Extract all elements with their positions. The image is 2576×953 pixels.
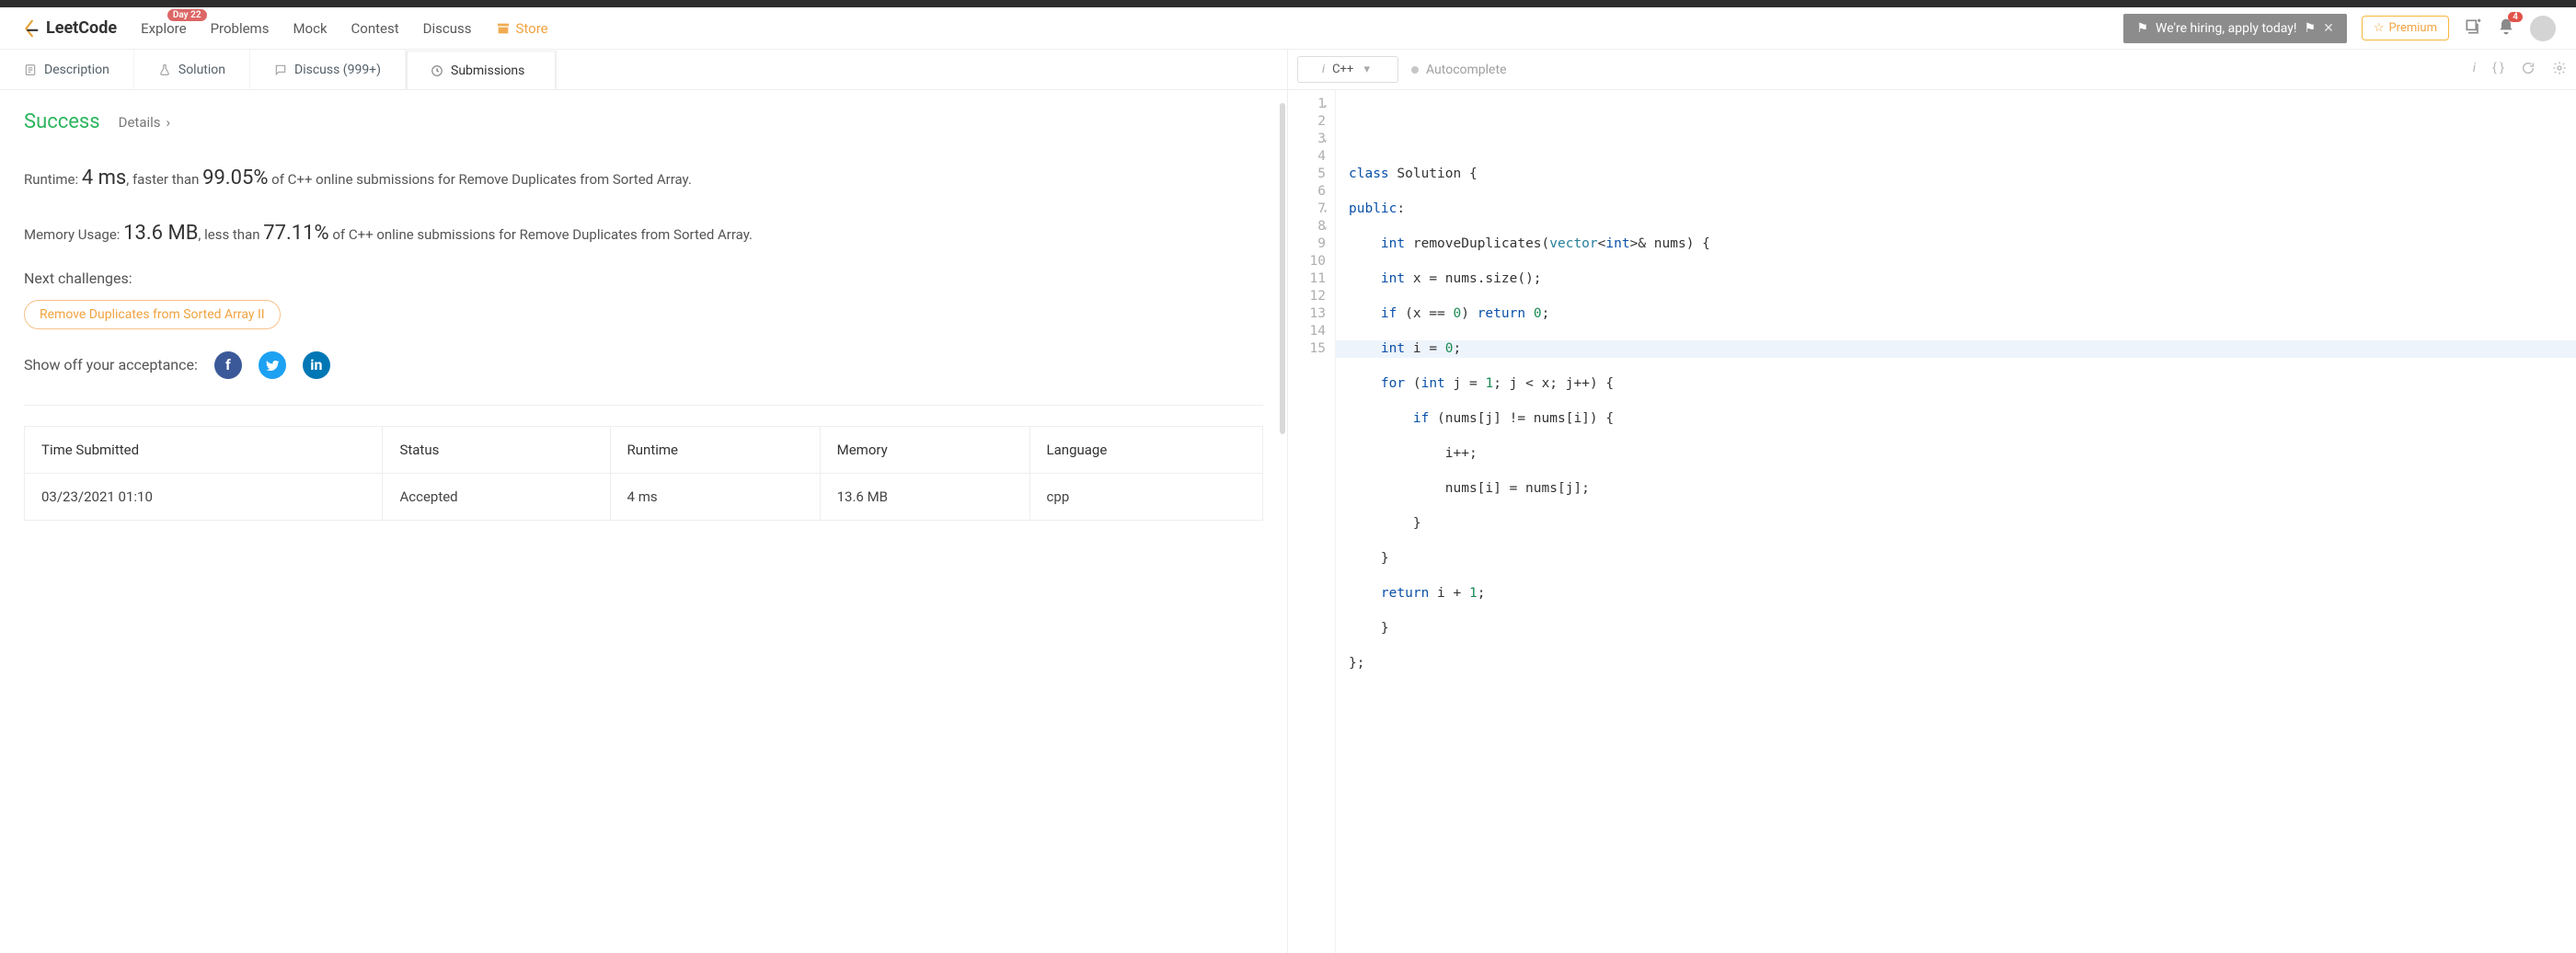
- browser-chrome-strip: [0, 0, 2576, 7]
- star-icon: ☆: [2374, 21, 2385, 35]
- braces-icon[interactable]: { }: [2492, 61, 2504, 79]
- logo-text: LeetCode: [46, 18, 117, 38]
- col-memory: Memory: [820, 426, 1029, 473]
- logo[interactable]: LeetCode: [20, 18, 117, 39]
- top-nav: LeetCode Explore Day 22 Problems Mock Co…: [0, 7, 2576, 50]
- share-label: Show off your acceptance:: [24, 356, 198, 373]
- nav-right: ⚑ We're hiring, apply today! ⚑ ✕ ☆ Premi…: [2123, 14, 2556, 43]
- editor-gutter: 1▾23▾4567▾8▾9101112131415: [1288, 90, 1336, 953]
- col-language: Language: [1029, 426, 1262, 473]
- problem-tabs: Description Solution Discuss (999+) Subm…: [0, 50, 1287, 90]
- clock-icon: [431, 64, 443, 77]
- cell-language: cpp: [1029, 473, 1262, 520]
- info-icon[interactable]: i: [2473, 61, 2476, 79]
- flag-icon: ⚑: [2305, 21, 2317, 36]
- code-editor[interactable]: ●●● 1▾23▾4567▾8▾9101112131415 class Solu…: [1288, 90, 2576, 953]
- nav-explore[interactable]: Explore Day 22: [141, 20, 187, 37]
- avatar[interactable]: [2530, 16, 2556, 41]
- bell-icon[interactable]: 4: [2497, 17, 2515, 40]
- col-runtime: Runtime: [610, 426, 820, 473]
- editor-panel: i C++ ▾ Autocomplete i { } ●●● 1▾23▾4567…: [1288, 50, 2576, 953]
- tab-solution[interactable]: Solution: [134, 50, 250, 89]
- chevron-down-icon: ▾: [1363, 63, 1370, 76]
- divider: [24, 405, 1263, 406]
- notification-badge: 4: [2508, 12, 2523, 22]
- reset-icon[interactable]: [2521, 61, 2536, 79]
- editor-actions: i { }: [2473, 61, 2567, 79]
- twitter-icon: [265, 358, 280, 373]
- editor-toolbar: i C++ ▾ Autocomplete i { }: [1288, 50, 2576, 90]
- memory-summary: Memory Usage: 13.6 MB, less than 77.11% …: [24, 214, 1263, 253]
- table-row[interactable]: 03/23/2021 01:10 Accepted 4 ms 13.6 MB c…: [25, 473, 1263, 520]
- discuss-icon: [274, 63, 287, 76]
- editor-code[interactable]: class Solution { public: int removeDupli…: [1336, 90, 2576, 953]
- close-icon[interactable]: ✕: [2323, 21, 2334, 36]
- scrollbar[interactable]: [1280, 103, 1285, 434]
- chevron-right-icon: ›: [167, 114, 171, 131]
- tab-description[interactable]: Description: [0, 50, 134, 89]
- nav-problems[interactable]: Problems: [211, 20, 270, 37]
- tab-submissions[interactable]: Submissions: [406, 51, 557, 90]
- day-badge: Day 22: [167, 9, 207, 21]
- nav-discuss[interactable]: Discuss: [423, 20, 472, 37]
- cell-status[interactable]: Accepted: [383, 473, 610, 520]
- linkedin-share-button[interactable]: in: [303, 351, 330, 379]
- facebook-share-button[interactable]: f: [214, 351, 242, 379]
- settings-icon[interactable]: [2552, 61, 2567, 79]
- leetcode-logo-icon: [20, 18, 40, 39]
- details-link[interactable]: Details ›: [119, 114, 170, 131]
- twitter-share-button[interactable]: [259, 351, 286, 379]
- nav-contest[interactable]: Contest: [351, 20, 399, 37]
- next-challenges-label: Next challenges:: [24, 270, 1263, 287]
- nav-mock[interactable]: Mock: [293, 20, 327, 37]
- submission-status: Success: [24, 110, 100, 133]
- autocomplete-toggle[interactable]: Autocomplete: [1411, 63, 1507, 77]
- cell-runtime: 4 ms: [610, 473, 820, 520]
- dot-icon: [1411, 66, 1419, 74]
- col-time: Time Submitted: [25, 426, 383, 473]
- flag-icon: ⚑: [2136, 21, 2148, 36]
- submissions-table: Time Submitted Status Runtime Memory Lan…: [24, 426, 1263, 521]
- language-select[interactable]: i C++ ▾: [1297, 56, 1398, 83]
- hiring-banner[interactable]: ⚑ We're hiring, apply today! ⚑ ✕: [2123, 14, 2346, 43]
- runtime-summary: Runtime: 4 ms, faster than 99.05% of C++…: [24, 159, 1263, 198]
- description-icon: [24, 63, 37, 76]
- col-status: Status: [383, 426, 610, 473]
- flask-icon: [158, 63, 171, 76]
- cell-time: 03/23/2021 01:10: [25, 473, 383, 520]
- premium-button[interactable]: ☆ Premium: [2362, 16, 2449, 40]
- table-header-row: Time Submitted Status Runtime Memory Lan…: [25, 426, 1263, 473]
- next-challenge-pill[interactable]: Remove Duplicates from Sorted Array II: [24, 300, 281, 329]
- left-panel: Description Solution Discuss (999+) Subm…: [0, 50, 1288, 953]
- cell-memory: 13.6 MB: [820, 473, 1029, 520]
- info-icon: i: [1322, 63, 1325, 76]
- nav-store[interactable]: Store: [496, 20, 548, 37]
- tab-discuss[interactable]: Discuss (999+): [250, 50, 406, 89]
- store-icon: [496, 21, 511, 36]
- playground-icon[interactable]: [2464, 17, 2482, 40]
- nav-links: Explore Day 22 Problems Mock Contest Dis…: [141, 20, 548, 37]
